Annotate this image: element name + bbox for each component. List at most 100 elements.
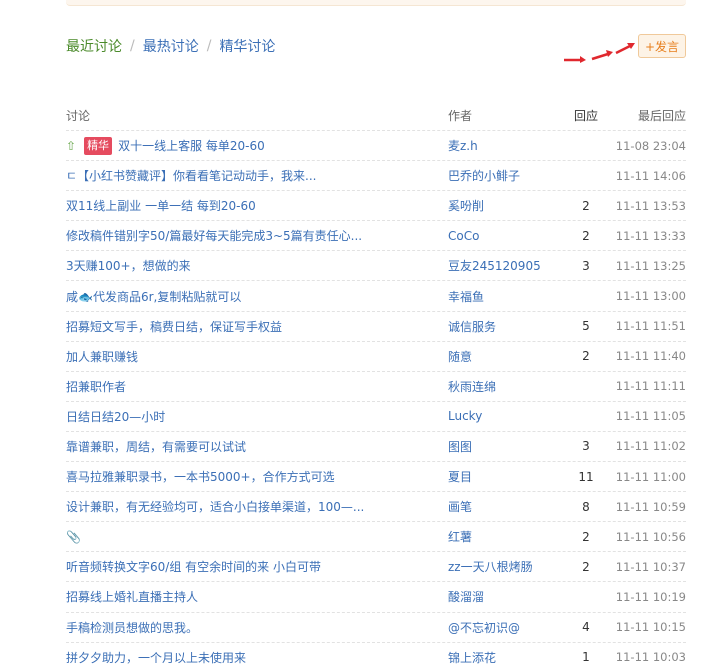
author-link[interactable]: 酸溜溜 xyxy=(448,582,558,611)
last-reply-time: 11-11 11:11 xyxy=(615,379,686,394)
topic-link[interactable]: 靠谱兼职，周结，有需要可以试试 xyxy=(66,438,246,455)
table-row: 3天赚100+，想做的来 豆友245120905 3 11-11 13:25 xyxy=(66,251,686,282)
table-row: 靠谱兼职，周结，有需要可以试试 图图 3 11-11 11:02 xyxy=(66,432,686,463)
tab-hot[interactable]: 最热讨论 xyxy=(143,36,199,56)
topic-link[interactable]: 手稿检测员想做的思我。 xyxy=(66,619,198,636)
last-reply-time: 11-08 23:04 xyxy=(615,138,686,153)
last-reply-time: 11-11 10:37 xyxy=(615,559,686,574)
pin-up-icon: ⇧ xyxy=(66,138,77,153)
topic-link[interactable]: 招募短文写手，稿费日结，保证写手权益 xyxy=(66,318,282,335)
topic-cell: 加人兼职赚钱 xyxy=(66,342,436,371)
last-reply-time: 11-11 13:25 xyxy=(615,258,686,273)
topic-link[interactable]: 修改稿件错别字50/篇最好每天能完成3~5篇有责任心... xyxy=(66,227,362,244)
reply-count: 3 xyxy=(582,439,590,454)
author-link[interactable]: @不忘初识@ xyxy=(448,613,558,642)
topic-link[interactable]: 拼夕夕助力，一个月以上未使用来 xyxy=(66,649,246,666)
reply-count xyxy=(564,131,608,160)
post-button[interactable]: +发言 xyxy=(638,34,686,58)
reply-count: 11 xyxy=(578,469,594,484)
topic-link[interactable]: 双十一线上客服 每单20-60 xyxy=(118,137,265,154)
table-row: 听音频转换文字60/组 有空余时间的来 小白可带 zz一天八根烤肠 2 11-11 1… xyxy=(66,552,686,583)
topic-cell: ㄷ【小红书赞藏评】你看看笔记动动手，我来... xyxy=(66,161,436,190)
author-link[interactable]: 锦上添花 xyxy=(448,643,558,672)
table-row: 手稿检测员想做的思我。 @不忘初识@ 4 11-11 10:15 xyxy=(66,613,686,643)
reply-count: 1 xyxy=(582,650,590,665)
last-reply-time: 11-11 13:33 xyxy=(615,228,686,243)
table-body: ⇧ 精华 双十一线上客服 每单20-60 麦z.h 11-08 23:04 ㄷ【小红书赞藏… xyxy=(66,131,686,672)
topic-cell: 招兼职作者 xyxy=(66,372,436,401)
last-reply-time: 11-11 10:56 xyxy=(615,529,686,544)
table-row: 咸🐟代发商品6r,复制粘贴就可以 幸福鱼 11-11 13:00 xyxy=(66,281,686,312)
last-reply-time: 11-11 10:59 xyxy=(615,499,686,514)
author-link[interactable]: 随意 xyxy=(448,342,558,371)
author-link[interactable]: 豆友245120905 xyxy=(448,251,558,280)
author-link[interactable]: 幸福鱼 xyxy=(448,281,558,310)
table-row: ⇧ 精华 双十一线上客服 每单20-60 麦z.h 11-08 23:04 xyxy=(66,131,686,162)
table-row: 双11线上副业 一单一结 每到20-60 奚吩削 2 11-11 13:53 xyxy=(66,191,686,222)
reply-count: 2 xyxy=(582,529,590,544)
topic-link[interactable]: 咸🐟代发商品6r,复制粘贴就可以 xyxy=(66,288,241,305)
topic-cell: 靠谱兼职，周结，有需要可以试试 xyxy=(66,432,436,461)
featured-badge: 精华 xyxy=(84,136,113,155)
topic-link[interactable]: 日结日结20—小时 xyxy=(66,408,165,425)
author-link[interactable]: 麦z.h xyxy=(448,131,558,160)
reply-count xyxy=(564,372,608,401)
topic-cell: 3天赚100+，想做的来 xyxy=(66,251,436,280)
reply-count: 2 xyxy=(582,198,590,213)
table-row: 拼夕夕助力，一个月以上未使用来 锦上添花 1 11-11 10:03 xyxy=(66,643,686,672)
author-link[interactable]: 图图 xyxy=(448,432,558,461)
last-reply-time: 11-11 11:40 xyxy=(615,349,686,364)
topic-cell: 拼夕夕助力，一个月以上未使用来 xyxy=(66,643,436,672)
topic-link[interactable]: 招兼职作者 xyxy=(66,378,126,395)
last-reply-time: 11-11 13:53 xyxy=(615,198,686,213)
topic-link[interactable]: 加人兼职赚钱 xyxy=(66,348,138,365)
table-row: 招募短文写手，稿费日结，保证写手权益 诚信服务 5 11-11 11:51 xyxy=(66,312,686,342)
topic-cell: 招募线上婚礼直播主持人 xyxy=(66,582,436,611)
reply-count: 2 xyxy=(582,349,590,364)
topic-cell: ⇧ 精华 双十一线上客服 每单20-60 xyxy=(66,131,436,160)
last-reply-time: 11-11 11:00 xyxy=(615,469,686,484)
discussion-table: 讨论 作者 回应 最后回应 ⇧ 精华 双十一线上客服 每单20-60 麦z.h 11-0… xyxy=(66,101,686,672)
annotation-arrows-icon xyxy=(564,43,635,63)
author-link[interactable]: 画笔 xyxy=(448,492,558,521)
table-row: 加人兼职赚钱 随意 2 11-11 11:40 xyxy=(66,342,686,372)
author-link[interactable]: 红薯 xyxy=(448,522,558,551)
topic-link[interactable]: 听音频转换文字60/组 有空余时间的来 小白可带 xyxy=(66,558,321,575)
topic-cell: 双11线上副业 一单一结 每到20-60 xyxy=(66,191,436,220)
reply-count: 8 xyxy=(582,499,590,514)
author-link[interactable]: 夏目 xyxy=(448,462,558,491)
topic-link[interactable]: 双11线上副业 一单一结 每到20-60 xyxy=(66,197,256,214)
header-replies: 回应 xyxy=(573,109,598,123)
topic-cell: 听音频转换文字60/组 有空余时间的来 小白可带 xyxy=(66,552,436,581)
author-link[interactable]: CoCo xyxy=(448,221,558,250)
topic-link[interactable]: 招募线上婚礼直播主持人 xyxy=(66,588,198,605)
table-row: 📎 红薯 2 11-11 10:56 xyxy=(66,522,686,553)
last-reply-time: 11-11 10:15 xyxy=(615,620,686,635)
topic-link[interactable]: 📎 xyxy=(66,530,81,544)
topic-link[interactable]: 设计兼职，有无经验均可，适合小白接单渠道，100—... xyxy=(66,498,364,515)
topic-link[interactable]: 喜马拉雅兼职录书，一本书5000+，合作方式可选 xyxy=(66,468,335,485)
table-row: 设计兼职，有无经验均可，适合小白接单渠道，100—... 画笔 8 11-11 10:… xyxy=(66,492,686,523)
author-link[interactable]: 巴乔的小鲱子 xyxy=(448,161,558,190)
author-link[interactable]: 奚吩削 xyxy=(448,191,558,220)
reply-count xyxy=(564,281,608,310)
header-last-reply: 最后回应 xyxy=(637,109,686,123)
author-link[interactable]: 秋雨连绵 xyxy=(448,372,558,401)
reply-count: 4 xyxy=(582,620,590,635)
tab-separator: / xyxy=(206,38,212,54)
last-reply-time: 11-11 10:19 xyxy=(615,589,686,604)
table-row: 日结日结20—小时 Lucky 11-11 11:05 xyxy=(66,402,686,432)
topic-link[interactable]: ㄷ【小红书赞藏评】你看看笔记动动手，我来... xyxy=(66,167,317,184)
reply-count xyxy=(564,402,608,431)
table-row: ㄷ【小红书赞藏评】你看看笔记动动手，我来... 巴乔的小鲱子 11-11 14:06 xyxy=(66,161,686,192)
discussion-tabs: 最近讨论 / 最热讨论 / 精华讨论 xyxy=(66,36,275,56)
author-link[interactable]: 诚信服务 xyxy=(448,312,558,341)
tab-featured[interactable]: 精华讨论 xyxy=(219,36,275,56)
author-link[interactable]: zz一天八根烤肠 xyxy=(448,552,558,581)
tab-recent[interactable]: 最近讨论 xyxy=(66,36,122,56)
topic-link[interactable]: 3天赚100+，想做的来 xyxy=(66,257,191,274)
author-link[interactable]: Lucky xyxy=(448,402,558,431)
topic-cell: 日结日结20—小时 xyxy=(66,402,436,431)
header-author: 作者 xyxy=(448,109,473,123)
table-row: 修改稿件错别字50/篇最好每天能完成3~5篇有责任心... CoCo 2 11-11 … xyxy=(66,221,686,252)
